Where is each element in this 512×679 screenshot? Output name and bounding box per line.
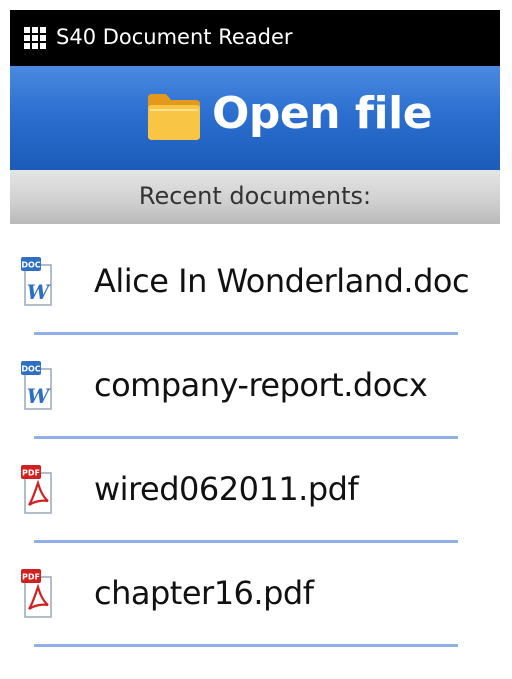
file-name: company-report.docx <box>94 366 428 404</box>
list-divider <box>34 332 458 335</box>
svg-text:PDF: PDF <box>22 573 40 582</box>
app-title: S40 Document Reader <box>56 25 293 49</box>
open-file-label: Open file <box>212 88 433 139</box>
list-divider <box>34 644 458 647</box>
word-doc-icon: DOC W <box>21 361 52 410</box>
word-doc-icon: DOC W <box>21 257 52 306</box>
pdf-icon: PDF <box>21 465 52 514</box>
file-name: wired062011.pdf <box>94 470 359 508</box>
recent-documents-list: DOC W Alice In Wonderland.doc DOC W comp… <box>10 242 500 656</box>
svg-text:W: W <box>27 384 52 408</box>
svg-text:DOC: DOC <box>21 261 40 270</box>
app-window: S40 Document Reader Open file Recent doc… <box>10 10 500 656</box>
pdf-icon: PDF <box>21 569 52 618</box>
recent-documents-header: Recent documents: <box>10 170 500 224</box>
list-item[interactable]: DOC W Alice In Wonderland.doc <box>10 242 500 346</box>
list-item[interactable]: DOC W company-report.docx <box>10 346 500 450</box>
list-item[interactable]: PDF chapter16.pdf <box>10 554 500 656</box>
list-divider <box>34 436 458 439</box>
list-divider <box>34 540 458 543</box>
list-item[interactable]: PDF wired062011.pdf <box>10 450 500 554</box>
status-bar: S40 Document Reader <box>10 10 500 66</box>
folder-icon <box>148 94 200 140</box>
recent-documents-label: Recent documents: <box>138 182 372 210</box>
file-name: Alice In Wonderland.doc <box>94 262 470 300</box>
file-name: chapter16.pdf <box>94 574 314 612</box>
app-grid-icon[interactable] <box>24 27 46 49</box>
svg-text:PDF: PDF <box>22 469 40 478</box>
open-file-button[interactable]: Open file <box>10 66 500 170</box>
svg-text:DOC: DOC <box>21 365 40 374</box>
svg-text:W: W <box>27 280 52 304</box>
